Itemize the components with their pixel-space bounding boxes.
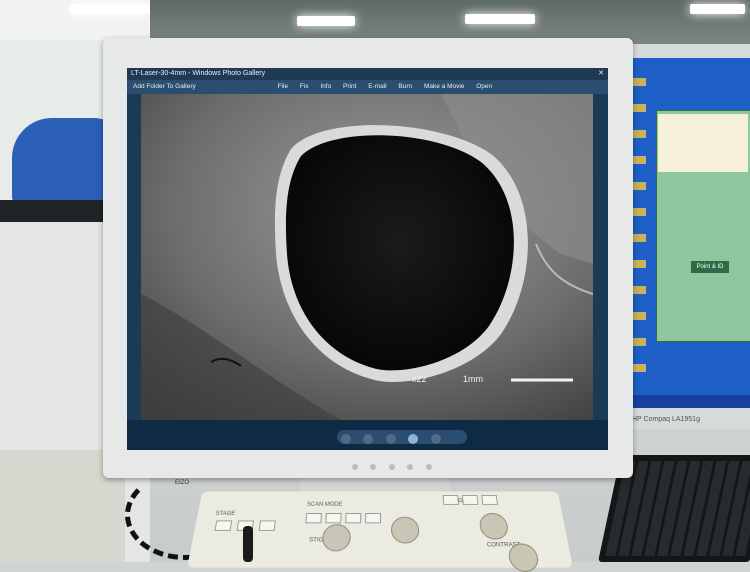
photo-viewer-window: LT-Laser-30-4mm - Windows Photo Gallery …: [127, 68, 608, 450]
fix-button[interactable]: Fix: [300, 80, 309, 94]
stage-joystick[interactable]: [243, 526, 253, 562]
zoom-icon[interactable]: [341, 433, 351, 444]
brightness-knob[interactable]: [478, 513, 510, 540]
playback-controls: [337, 430, 467, 444]
laser-hole: [285, 135, 514, 371]
ceiling-light: [690, 4, 745, 14]
desktop-icons: [632, 78, 646, 378]
magnification-label: x22: [412, 374, 427, 384]
stage-label: STAGE: [215, 511, 236, 517]
image-button[interactable]: [481, 494, 498, 505]
stage-button[interactable]: [214, 520, 233, 531]
window-titlebar: LT-Laser-30-4mm - Windows Photo Gallery …: [127, 68, 608, 80]
point-id-button[interactable]: Point & ID: [691, 261, 729, 273]
burn-menu[interactable]: Burn: [398, 80, 412, 94]
previous-icon[interactable]: [385, 433, 396, 444]
stigma-y-knob[interactable]: [390, 516, 420, 544]
make-movie-button[interactable]: Make a Movie: [424, 80, 464, 94]
ceiling-light: [297, 16, 355, 26]
scan-mode-button[interactable]: [345, 513, 362, 524]
image-button[interactable]: [461, 494, 479, 505]
sem-image: x22 1mm: [141, 94, 593, 420]
close-icon[interactable]: ✕: [598, 68, 604, 80]
scale-bar-label: 1mm: [463, 374, 483, 384]
viewer-toolbar: Add Folder To Gallery File Fix Info Prin…: [127, 80, 608, 94]
slideshow-icon[interactable]: [408, 433, 419, 444]
file-menu[interactable]: File: [278, 80, 288, 94]
viewer-controls: [127, 420, 608, 450]
add-folder-button[interactable]: Add Folder To Gallery: [133, 80, 196, 94]
email-button[interactable]: E-mail: [368, 80, 386, 94]
ceiling-light: [70, 4, 150, 14]
ceiling-light: [465, 14, 535, 24]
image-button[interactable]: [442, 494, 459, 505]
contrast-knob[interactable]: [507, 543, 541, 572]
info-button[interactable]: Info: [320, 80, 331, 94]
right-taskbar: [630, 395, 750, 408]
stage-button[interactable]: [258, 520, 276, 531]
scan-mode-button[interactable]: [365, 513, 381, 524]
scan-mode-button[interactable]: [325, 513, 342, 524]
scan-mode-label: SCAN MODE: [306, 502, 343, 508]
monitor-buttons: [348, 458, 436, 476]
open-menu[interactable]: Open: [476, 80, 492, 94]
right-dialog-header: [658, 114, 748, 172]
next-icon[interactable]: [430, 433, 441, 444]
fit-icon[interactable]: [363, 433, 374, 444]
stigma-x-knob[interactable]: [321, 524, 352, 552]
sem-micrograph: [141, 94, 593, 420]
right-monitor-label: HP Compaq LA1951g: [632, 416, 700, 423]
scan-mode-button[interactable]: [305, 513, 322, 524]
window-title: LT-Laser-30-4mm - Windows Photo Gallery: [131, 70, 266, 77]
print-menu[interactable]: Print: [343, 80, 356, 94]
